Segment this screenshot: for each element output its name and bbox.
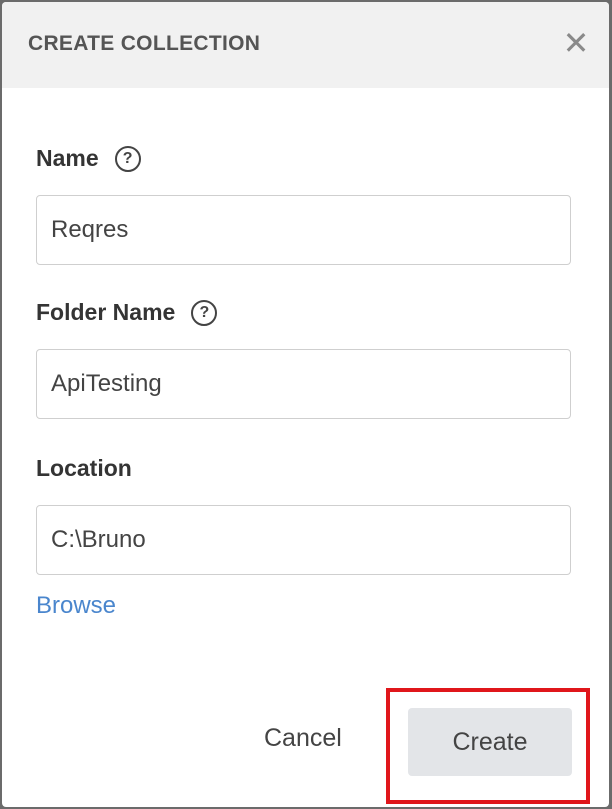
dialog-header: CREATE COLLECTION ✕ [2,2,609,88]
close-icon[interactable]: ✕ [559,26,593,60]
create-button[interactable]: Create [408,708,572,776]
help-icon[interactable]: ? [191,299,218,326]
cancel-button[interactable]: Cancel [264,724,342,753]
location-label: Location [36,455,132,481]
location-label-row: Location [36,455,132,482]
folder-name-input[interactable] [36,349,571,419]
folder-name-label-row: Folder Name ? [36,299,218,326]
folder-name-label: Folder Name [36,299,176,325]
name-input[interactable] [36,195,571,265]
name-label-row: Name ? [36,145,141,172]
name-label: Name [36,145,99,171]
dialog-title: CREATE COLLECTION [28,32,261,55]
help-icon[interactable]: ? [114,145,141,172]
location-input[interactable] [36,505,571,575]
create-collection-dialog: CREATE COLLECTION ✕ Name ? Folder Name ?… [2,2,609,807]
browse-link[interactable]: Browse [36,592,116,620]
